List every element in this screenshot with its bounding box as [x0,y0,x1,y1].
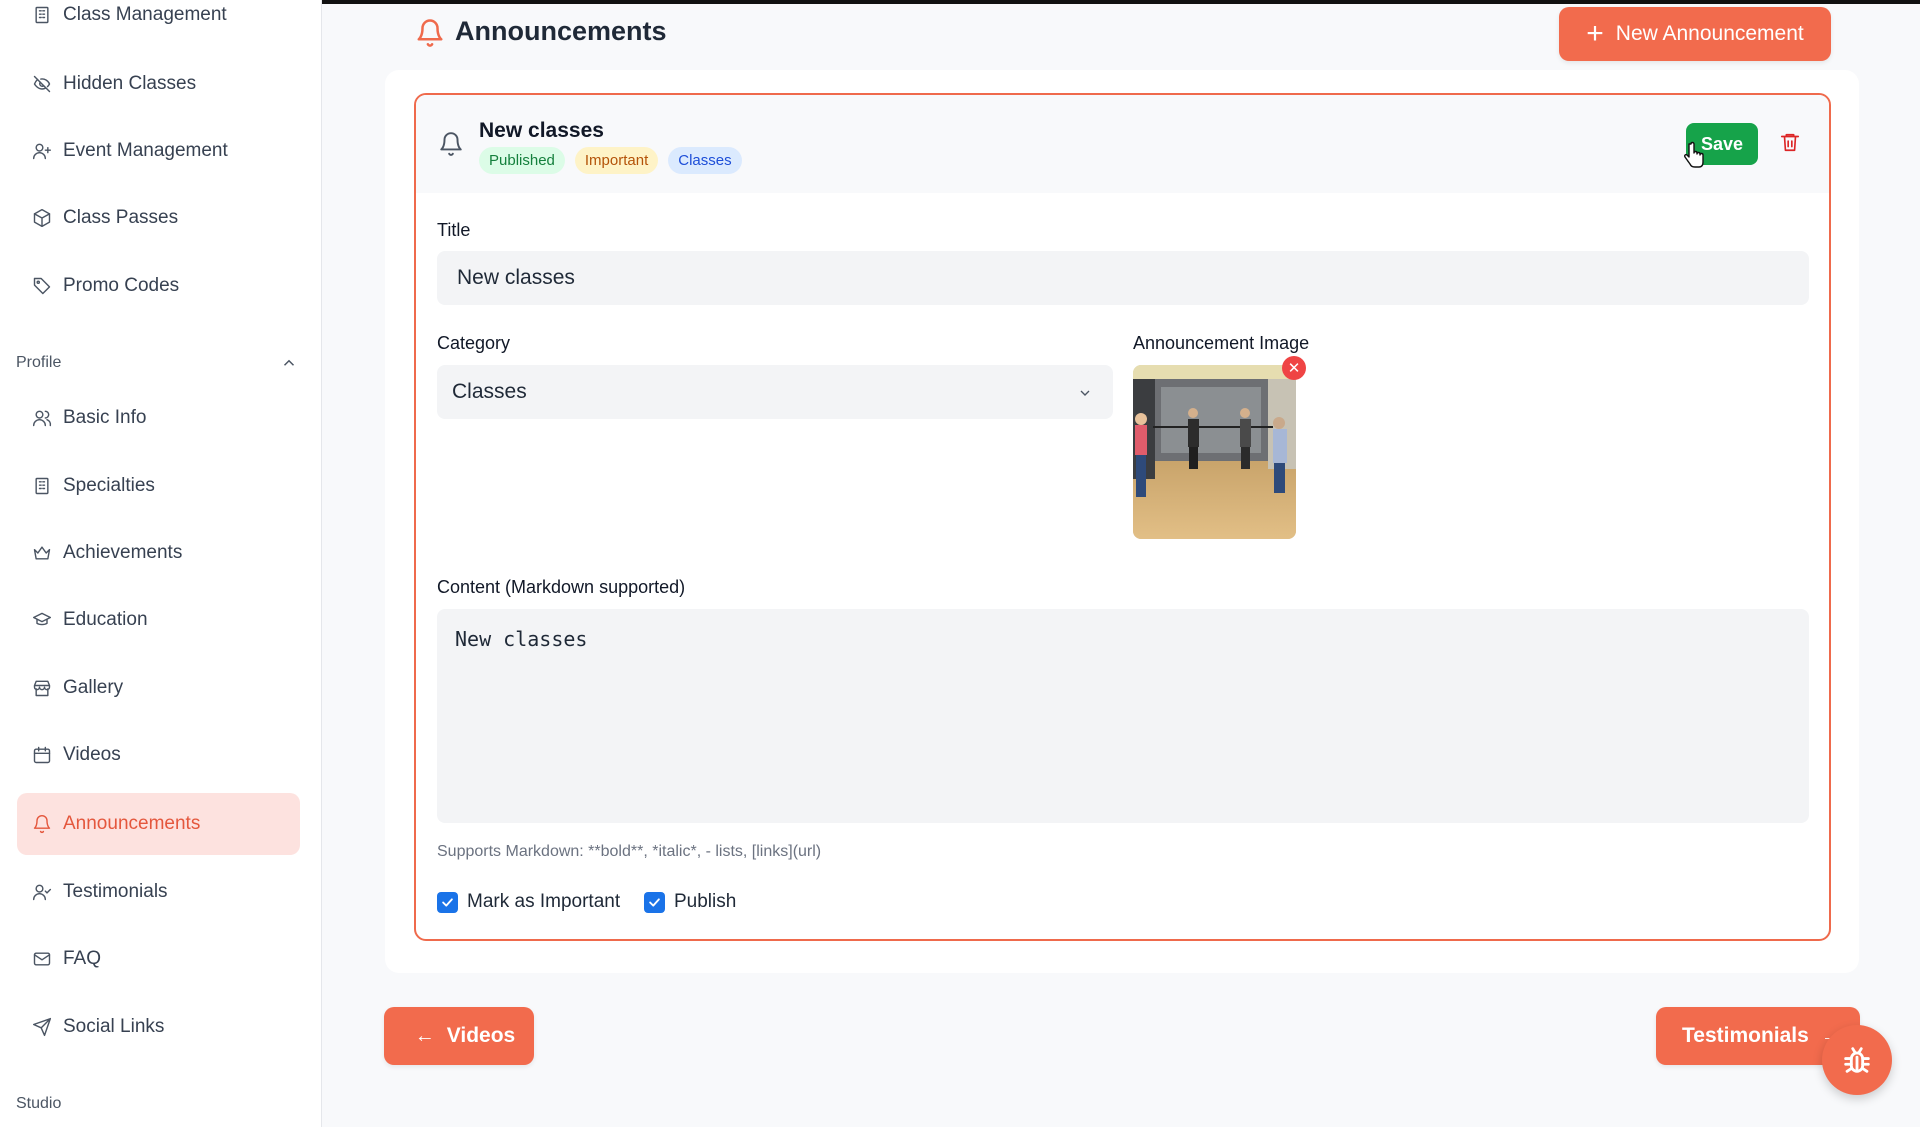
trash-icon[interactable] [1779,131,1803,155]
markdown-hint: Supports Markdown: **bold**, *italic*, -… [437,843,822,860]
title-input[interactable]: New classes [437,251,1809,305]
mouse-pointer-icon [1684,141,1704,168]
sidebar-item-class-management[interactable]: Class Management [17,0,300,46]
page-title: Announcements [455,16,667,46]
content-textarea[interactable]: New classes [437,609,1809,823]
status-badge-important: Important [574,147,659,174]
sidebar-item-event-management[interactable]: Event Management [17,120,300,182]
announcement-editor-card: New classes Published Important Classes … [414,93,1831,941]
sidebar-item-label: FAQ [63,948,102,969]
section-label-studio: Studio [16,1095,62,1112]
sidebar-item-label: Announcements [63,813,201,834]
sidebar-item-label: Gallery [63,677,124,698]
category-badge: Classes [668,147,742,174]
sidebar-item-label: Promo Codes [63,275,180,296]
content-textarea-value: New classes [455,627,588,651]
content-label: Content (Markdown supported) [437,577,686,597]
title-input-value: New classes [457,266,575,289]
previous-section-label: Videos [446,1024,516,1047]
store-icon [31,677,53,699]
calendar-icon [31,744,53,766]
sidebar-item-videos[interactable]: Videos [17,724,300,786]
mark-important-checkbox[interactable]: Mark as Important [437,891,620,913]
announcement-card-header: New classes Published Important Classes … [416,95,1829,193]
sidebar-item-label: Event Management [63,140,228,161]
tag-icon [31,275,53,297]
new-announcement-button[interactable]: + New Announcement [1559,7,1831,61]
sidebar-item-label: Achievements [63,542,183,563]
sidebar-item-label: Hidden Classes [63,73,197,94]
sidebar-item-label: Testimonials [63,881,168,902]
checkbox-checked[interactable] [437,891,458,913]
announcement-badges: Published Important Classes [479,147,742,174]
sidebar-item-faq[interactable]: FAQ [17,928,300,990]
sidebar-item-specialties[interactable]: Specialties [17,455,300,517]
sidebar-item-label: Social Links [63,1016,165,1037]
user-check-icon [31,881,53,903]
eye-off-icon [31,73,53,95]
arrow-left-icon: ← [414,1024,435,1047]
category-select[interactable]: Classes [437,365,1113,419]
building-icon [31,475,53,497]
chevron-up-icon[interactable] [280,354,300,374]
sidebar-item-hidden-classes[interactable]: Hidden Classes [17,53,300,115]
category-select-value: Classes [452,380,527,403]
section-label-profile: Profile [16,354,62,371]
sidebar-item-class-passes[interactable]: Class Passes [17,187,300,249]
publish-checkbox[interactable]: Publish [644,891,736,913]
chevron-down-icon [1077,383,1095,401]
publish-label: Publish [674,891,737,912]
checkbox-checked[interactable] [644,891,665,913]
sidebar-item-label: Education [63,609,148,630]
status-badge-published: Published [479,147,565,174]
sidebar-item-label: Class Passes [63,207,179,228]
bug-icon [1844,1047,1870,1073]
building-icon [31,4,53,26]
sidebar-item-announcements[interactable]: Announcements [17,793,300,855]
announcement-heading: New classes [479,119,604,142]
previous-section-button[interactable]: ← Videos [384,1007,534,1065]
mail-icon [31,948,53,970]
sidebar-item-label: Specialties [63,475,155,496]
new-announcement-label: New Announcement [1615,22,1804,45]
sidebar-item-promo-codes[interactable]: Promo Codes [17,255,300,317]
sidebar-item-testimonials[interactable]: Testimonials [17,861,300,923]
crown-icon [31,542,53,564]
announcement-image-thumbnail [1133,365,1296,539]
title-label: Title [437,220,471,240]
bug-report-button[interactable] [1822,1025,1892,1095]
graduation-cap-icon [31,609,53,631]
bell-icon [438,131,464,157]
sidebar-item-achievements[interactable]: Achievements [17,522,300,584]
sidebar-item-gallery[interactable]: Gallery [17,657,300,719]
sidebar-item-label: Basic Info [63,407,147,428]
bell-icon [415,18,445,48]
package-icon [31,207,53,229]
sidebar-item-social-links[interactable]: Social Links [17,996,300,1058]
remove-image-button[interactable]: ✕ [1282,356,1306,380]
user-plus-icon [31,140,53,162]
announcement-image-label: Announcement Image [1133,333,1310,353]
category-label: Category [437,333,511,353]
sidebar-item-label: Videos [63,744,121,765]
mark-important-label: Mark as Important [467,891,621,912]
plus-icon: + [1586,17,1604,50]
send-icon [31,1016,53,1038]
bell-icon [31,813,53,835]
sidebar: Class Management Hidden Classes Event Ma… [0,0,322,1127]
next-section-label: Testimonials [1682,1024,1809,1047]
sidebar-item-label: Class Management [63,4,227,25]
sidebar-item-basic-info[interactable]: Basic Info [17,387,300,449]
sidebar-item-education[interactable]: Education [17,589,300,651]
users-icon [31,407,53,429]
